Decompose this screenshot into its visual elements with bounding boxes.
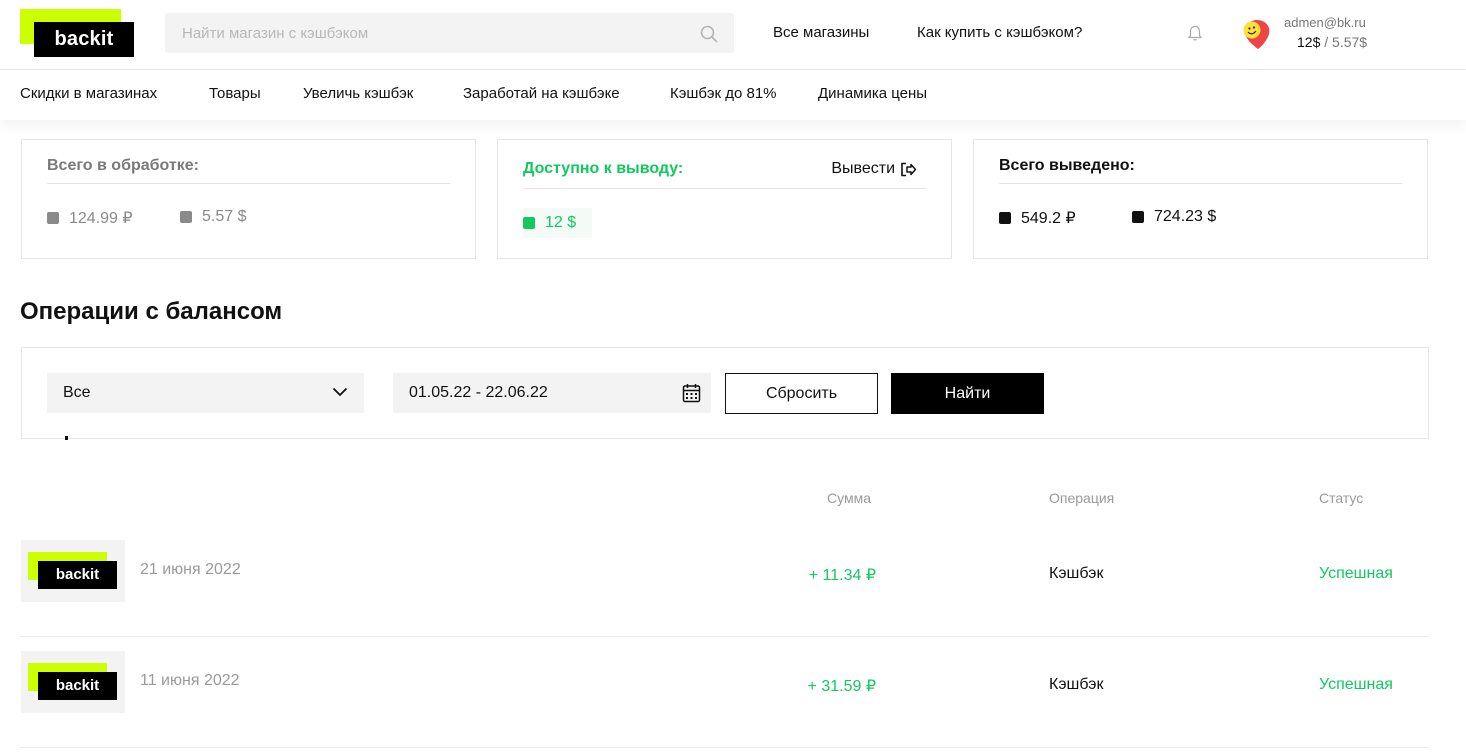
row-operation: Кэшбэк — [1049, 565, 1104, 582]
column-header-operation: Операция — [1049, 490, 1115, 506]
subnav-increase-cashback[interactable]: Увеличь кэшбэк — [303, 85, 413, 102]
bell-icon[interactable] — [1187, 25, 1203, 42]
divider — [47, 183, 450, 184]
bullet-square — [523, 217, 535, 229]
processing-usd-value: 5.57 $ — [202, 208, 247, 225]
balance-sub: / 5.57$ — [1320, 34, 1368, 50]
bullet-square — [1132, 211, 1144, 223]
site-header: backit Все магазины Как купить с кэшбэко… — [0, 0, 1466, 70]
row-operation: Кэшбэк — [1049, 676, 1104, 693]
store-logo: backit — [21, 651, 125, 713]
reset-button[interactable]: Сбросить — [725, 373, 878, 414]
withdrawn-usd-value: 724.23 $ — [1154, 208, 1217, 225]
subnav-discounts[interactable]: Скидки в магазинах — [20, 85, 157, 102]
available-usd: 12 $ — [523, 208, 593, 238]
operation-type-select[interactable]: Все — [47, 373, 364, 413]
row-status: Успешная — [1319, 565, 1393, 582]
search-box — [165, 13, 734, 53]
row-date: 11 июня 2022 — [140, 672, 240, 689]
secondary-nav: Скидки в магазинах Товары Увеличь кэшбэк… — [0, 70, 1466, 120]
nav-how-to-buy[interactable]: Как купить с кэшбэком? — [917, 24, 1082, 41]
calendar-icon[interactable] — [682, 383, 701, 403]
column-header-status: Статус — [1319, 490, 1364, 506]
card-available: Доступно к выводу: Вывести 12 $ — [497, 139, 952, 259]
date-range-picker[interactable]: 01.05.22 - 22.06.22 — [393, 373, 711, 413]
table-row[interactable]: backit 11 июня 2022 + 31.59 ₽ Кэшбэк Усп… — [20, 637, 1429, 748]
logo-text: backit — [34, 22, 134, 57]
bullet-square — [999, 212, 1011, 224]
row-amount: + 11.34 ₽ — [808, 567, 876, 584]
subnav-products[interactable]: Товары — [209, 85, 261, 102]
backit-logo[interactable]: backit — [20, 9, 134, 57]
avatar[interactable] — [1241, 16, 1273, 50]
processing-rub: 124.99 ₽ — [47, 208, 133, 228]
user-balance: 12$ / 5.57$ — [1297, 34, 1367, 50]
user-email[interactable]: admen@bk.ru — [1284, 15, 1366, 30]
divider — [523, 188, 926, 189]
available-usd-value: 12 $ — [545, 214, 577, 231]
processing-usd: 5.57 $ — [180, 208, 246, 226]
logo-text: backit — [38, 561, 117, 589]
nav-all-stores[interactable]: Все магазины — [773, 24, 869, 41]
column-header-amount: Сумма — [827, 490, 871, 506]
row-amount: + 31.59 ₽ — [807, 678, 876, 695]
card-available-title: Доступно к выводу: — [523, 160, 684, 177]
page-title: Операции с балансом — [20, 298, 283, 325]
row-status: Успешная — [1319, 676, 1393, 693]
date-range-value: 01.05.22 - 22.06.22 — [409, 384, 548, 401]
operation-type-value: Все — [63, 384, 91, 401]
withdrawn-rub: 549.2 ₽ — [999, 208, 1076, 228]
withdrawn-usd: 724.23 $ — [1132, 208, 1216, 226]
processing-rub-value: 124.99 ₽ — [69, 210, 133, 227]
withdraw-button[interactable]: Вывести — [831, 160, 917, 178]
table-row[interactable]: backit 21 июня 2022 + 11.34 ₽ Кэшбэк Усп… — [20, 526, 1429, 637]
operations-filter: Все 01.05.22 - 22.06.22 Сбросить Найти — [21, 347, 1429, 440]
store-logo: backit — [21, 540, 125, 602]
chevron-down-icon — [332, 387, 348, 397]
bullet-square — [180, 211, 192, 223]
withdraw-label: Вывести — [831, 160, 895, 177]
withdrawn-rub-value: 549.2 ₽ — [1021, 210, 1076, 227]
find-button[interactable]: Найти — [891, 373, 1044, 414]
balance-main: 12$ — [1297, 34, 1321, 50]
card-processing-title: Всего в обработке: — [47, 157, 199, 174]
card-withdrawn: Всего выведено: 549.2 ₽ 724.23 $ — [973, 139, 1428, 259]
search-input[interactable] — [165, 13, 695, 53]
logo-text: backit — [38, 672, 117, 700]
text-cursor — [65, 436, 68, 440]
exit-arrow-icon — [901, 162, 917, 176]
search-icon[interactable] — [700, 25, 718, 43]
card-processing: Всего в обработке: 124.99 ₽ 5.57 $ — [21, 139, 476, 259]
subnav-earn-cashback[interactable]: Заработай на кэшбэке — [463, 85, 620, 102]
subnav-price-dynamics[interactable]: Динамика цены — [818, 85, 927, 102]
divider — [999, 183, 1402, 184]
card-withdrawn-title: Всего выведено: — [999, 157, 1135, 174]
row-date: 21 июня 2022 — [140, 561, 241, 578]
bullet-square — [47, 212, 59, 224]
subnav-cashback-81[interactable]: Кэшбэк до 81% — [670, 85, 777, 102]
